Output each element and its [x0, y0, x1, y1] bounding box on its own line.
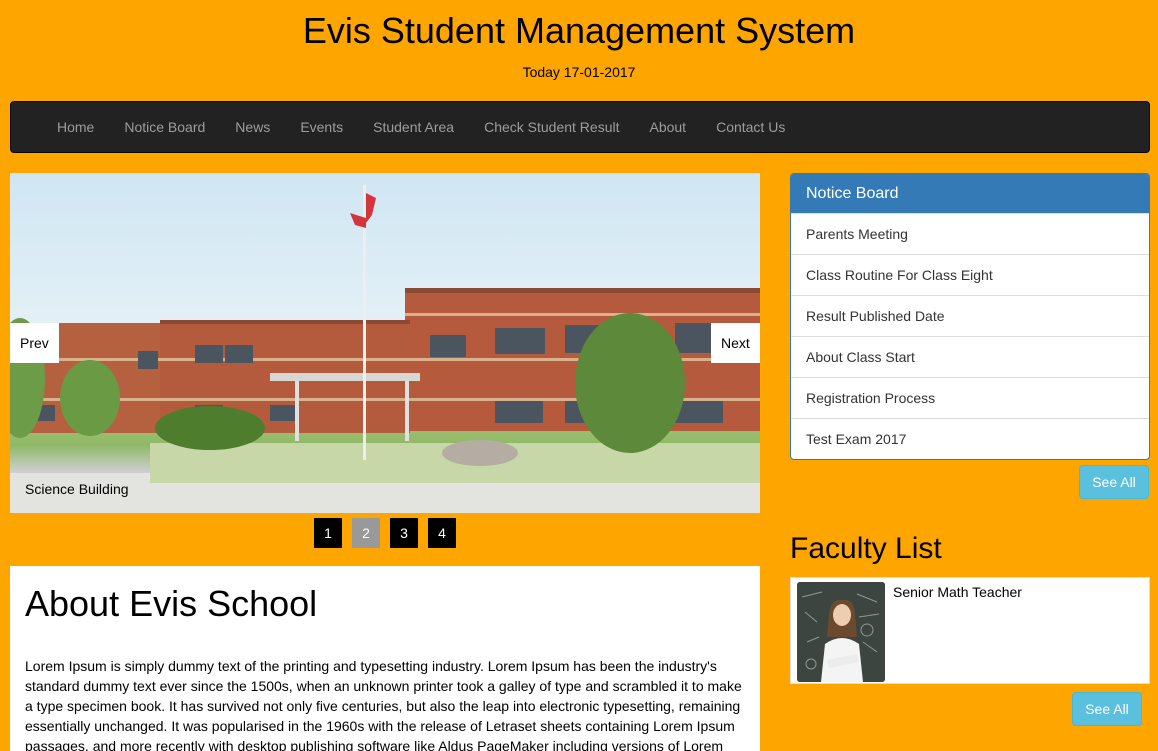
- notice-board-panel: Notice Board Parents Meeting Class Routi…: [790, 173, 1150, 460]
- nav-events[interactable]: Events: [285, 102, 358, 152]
- site-header: Evis Student Management System Today 17-…: [0, 0, 1158, 100]
- nav-student-area[interactable]: Student Area: [358, 102, 469, 152]
- image-slider: Prev Next Science Building: [10, 173, 760, 513]
- school-building-image: [10, 185, 760, 513]
- nav-notice-board[interactable]: Notice Board: [109, 102, 220, 152]
- faculty-photo: [797, 582, 885, 682]
- notice-item[interactable]: Test Exam 2017: [791, 418, 1149, 459]
- today-date: Today 17-01-2017: [522, 64, 636, 80]
- nav-news[interactable]: News: [220, 102, 285, 152]
- notice-item[interactable]: Registration Process: [791, 377, 1149, 418]
- notice-item[interactable]: Result Published Date: [791, 295, 1149, 336]
- notice-item[interactable]: About Class Start: [791, 336, 1149, 377]
- site-title: Evis Student Management System: [302, 10, 856, 51]
- about-title: About Evis School: [25, 583, 318, 624]
- slider-prev-button[interactable]: Prev: [10, 323, 59, 363]
- nav-check-student-result[interactable]: Check Student Result: [469, 102, 634, 152]
- notice-item[interactable]: Class Routine For Class Eight: [791, 254, 1149, 295]
- pager-dot-1[interactable]: 1: [314, 518, 342, 548]
- notice-item[interactable]: Parents Meeting: [791, 213, 1149, 254]
- faculty-list-title: Faculty List: [790, 532, 942, 565]
- pager-dot-3[interactable]: 3: [390, 518, 418, 548]
- faculty-card[interactable]: Senior Math Teacher: [790, 577, 1150, 684]
- pager-dot-2[interactable]: 2: [352, 518, 380, 548]
- notice-board-heading: Notice Board: [791, 174, 1149, 213]
- slider-next-button[interactable]: Next: [711, 323, 760, 363]
- pager-dot-4[interactable]: 4: [428, 518, 456, 548]
- about-text: Lorem Ipsum is simply dummy text of the …: [25, 658, 742, 751]
- notice-see-all-button[interactable]: See All: [1079, 465, 1149, 499]
- faculty-see-all-button[interactable]: See All: [1072, 692, 1142, 726]
- slide-caption: Science Building: [25, 481, 129, 497]
- main-navbar: Home Notice Board News Events Student Ar…: [10, 101, 1150, 153]
- about-section: About Evis School Lorem Ipsum is simply …: [10, 566, 760, 751]
- nav-home[interactable]: Home: [42, 102, 109, 152]
- nav-contact-us[interactable]: Contact Us: [701, 102, 800, 152]
- nav-about[interactable]: About: [634, 102, 701, 152]
- faculty-role: Senior Math Teacher: [893, 584, 1022, 600]
- slider-pager: 1 2 3 4: [314, 518, 456, 548]
